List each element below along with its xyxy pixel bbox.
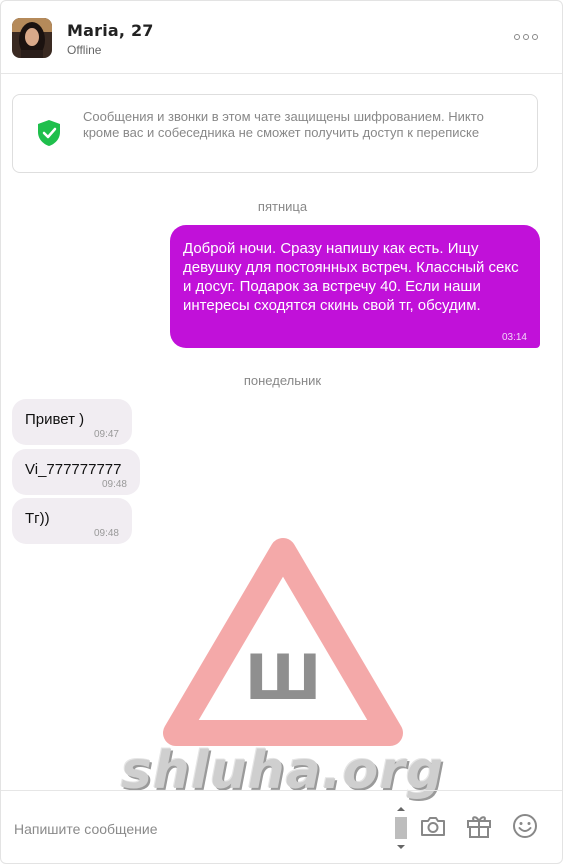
camera-icon[interactable] bbox=[418, 811, 448, 841]
message-text: Тг)) bbox=[25, 510, 50, 527]
day-separator: понедельник bbox=[243, 373, 322, 388]
day-separator: пятница bbox=[257, 199, 308, 214]
message-time: 09:48 bbox=[93, 528, 119, 539]
outgoing-message[interactable]: Доброй ночи. Сразу напишу как есть. Ищу … bbox=[170, 225, 540, 348]
incoming-message[interactable]: Vi_777777777 09:48 bbox=[12, 449, 140, 495]
avatar[interactable] bbox=[12, 18, 52, 58]
message-text: Vi_777777777 bbox=[25, 461, 122, 478]
encryption-notice: Сообщения и звонки в этом чате защищены … bbox=[12, 94, 538, 173]
more-icon[interactable] bbox=[513, 29, 539, 45]
message-time: 03:14 bbox=[501, 332, 527, 343]
message-composer bbox=[1, 790, 562, 863]
input-scrollbar[interactable] bbox=[394, 805, 408, 851]
contact-status: Offline bbox=[67, 43, 102, 57]
shield-check-icon bbox=[38, 120, 60, 146]
incoming-message[interactable]: Привет ) 09:47 bbox=[12, 399, 132, 445]
message-input[interactable] bbox=[12, 817, 386, 841]
encryption-notice-text: Сообщения и звонки в этом чате защищены … bbox=[83, 109, 484, 140]
chat-header: Maria, 27 Offline bbox=[1, 1, 562, 74]
gift-icon[interactable] bbox=[464, 811, 494, 841]
contact-name: Maria, 27 bbox=[67, 21, 154, 40]
message-text: Доброй ночи. Сразу напишу как есть. Ищу … bbox=[183, 240, 519, 314]
chat-window: Maria, 27 Offline Сообщения и звонки в э… bbox=[0, 0, 563, 864]
message-text: Привет ) bbox=[25, 411, 85, 428]
emoji-icon[interactable] bbox=[510, 811, 540, 841]
incoming-message[interactable]: Тг)) 09:48 bbox=[12, 498, 132, 544]
message-time: 09:47 bbox=[93, 429, 119, 440]
watermark-glyph: Ш bbox=[245, 641, 322, 714]
message-time: 09:48 bbox=[101, 479, 127, 490]
